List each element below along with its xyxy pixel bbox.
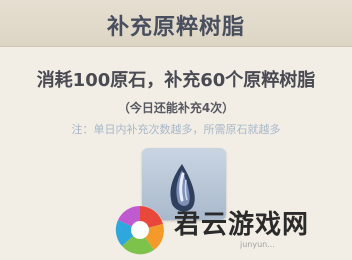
- dialog-header: 补充原粹树脂: [0, 0, 352, 47]
- note-text: 注：单日内补充次数越多，所需原石就越多: [71, 123, 281, 136]
- replenish-resin-dialog: 补充原粹树脂 消耗100原石，补充60个原粹树脂 （今日还能补充4次） 注：单日…: [0, 0, 352, 260]
- fragile-resin-icon: [170, 164, 195, 212]
- cost-message: 消耗100原石，补充60个原粹树脂: [36, 70, 316, 91]
- item-card[interactable]: [142, 148, 226, 220]
- dialog-title: 补充原粹树脂: [106, 15, 245, 40]
- remaining-count-text: （今日还能补充4次）: [117, 101, 235, 115]
